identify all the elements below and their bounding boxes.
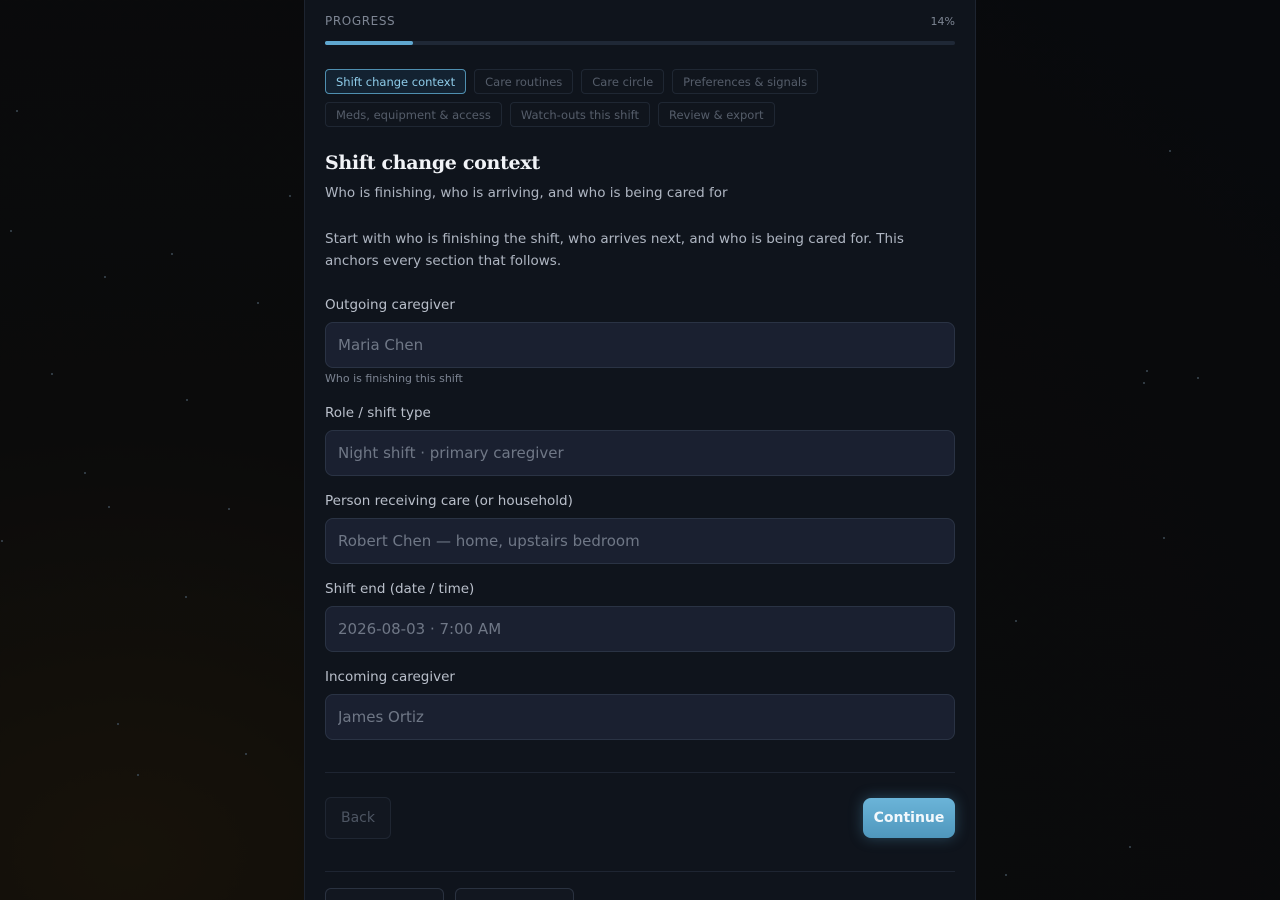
person-receiving-care-label: Person receiving care (or household) xyxy=(325,493,573,509)
step-tab-care-circle[interactable]: Care circle xyxy=(581,69,665,94)
step-tabs: Shift change context Care routines Care … xyxy=(325,69,955,127)
person-receiving-care-input[interactable] xyxy=(325,518,955,564)
footer-button-right[interactable] xyxy=(455,888,574,900)
step-tab-care-routines[interactable]: Care routines xyxy=(474,69,574,94)
shift-end-label: Shift end (date / time) xyxy=(325,581,475,597)
progress-percent: 14% xyxy=(930,14,955,28)
outgoing-caregiver-hint: Who is finishing this shift xyxy=(325,372,463,385)
step-tab-review-export[interactable]: Review & export xyxy=(658,102,775,127)
footer-button-left[interactable] xyxy=(325,888,444,900)
role-shift-type-label: Role / shift type xyxy=(325,405,431,421)
progress-header: PROGRESS 14% xyxy=(325,13,955,29)
divider xyxy=(325,772,955,773)
progress-bar xyxy=(325,41,955,45)
step-tab-meds-equipment-access[interactable]: Meds, equipment & access xyxy=(325,102,502,127)
section-title: Shift change context xyxy=(325,152,540,174)
section-subtitle: Who is finishing, who is arriving, and w… xyxy=(325,185,728,201)
step-tab-shift-change-context[interactable]: Shift change context xyxy=(325,69,467,94)
outgoing-caregiver-label: Outgoing caregiver xyxy=(325,297,455,313)
incoming-caregiver-label: Incoming caregiver xyxy=(325,669,455,685)
wizard-panel: PROGRESS 14% Shift change context Care r… xyxy=(304,0,976,900)
role-shift-type-input[interactable] xyxy=(325,430,955,476)
back-button[interactable]: Back xyxy=(325,797,391,839)
progress-label: PROGRESS xyxy=(325,14,396,28)
step-tab-watch-outs[interactable]: Watch-outs this shift xyxy=(509,102,650,127)
shift-end-input[interactable] xyxy=(325,606,955,652)
section-intro: Start with who is finishing the shift, w… xyxy=(325,231,904,269)
step-tab-preferences-signals[interactable]: Preferences & signals xyxy=(672,69,819,94)
divider-bottom xyxy=(325,871,955,872)
progress-bar-fill xyxy=(325,41,414,45)
continue-button[interactable]: Continue xyxy=(863,798,955,838)
incoming-caregiver-input[interactable] xyxy=(325,694,955,740)
outgoing-caregiver-input[interactable] xyxy=(325,322,955,368)
